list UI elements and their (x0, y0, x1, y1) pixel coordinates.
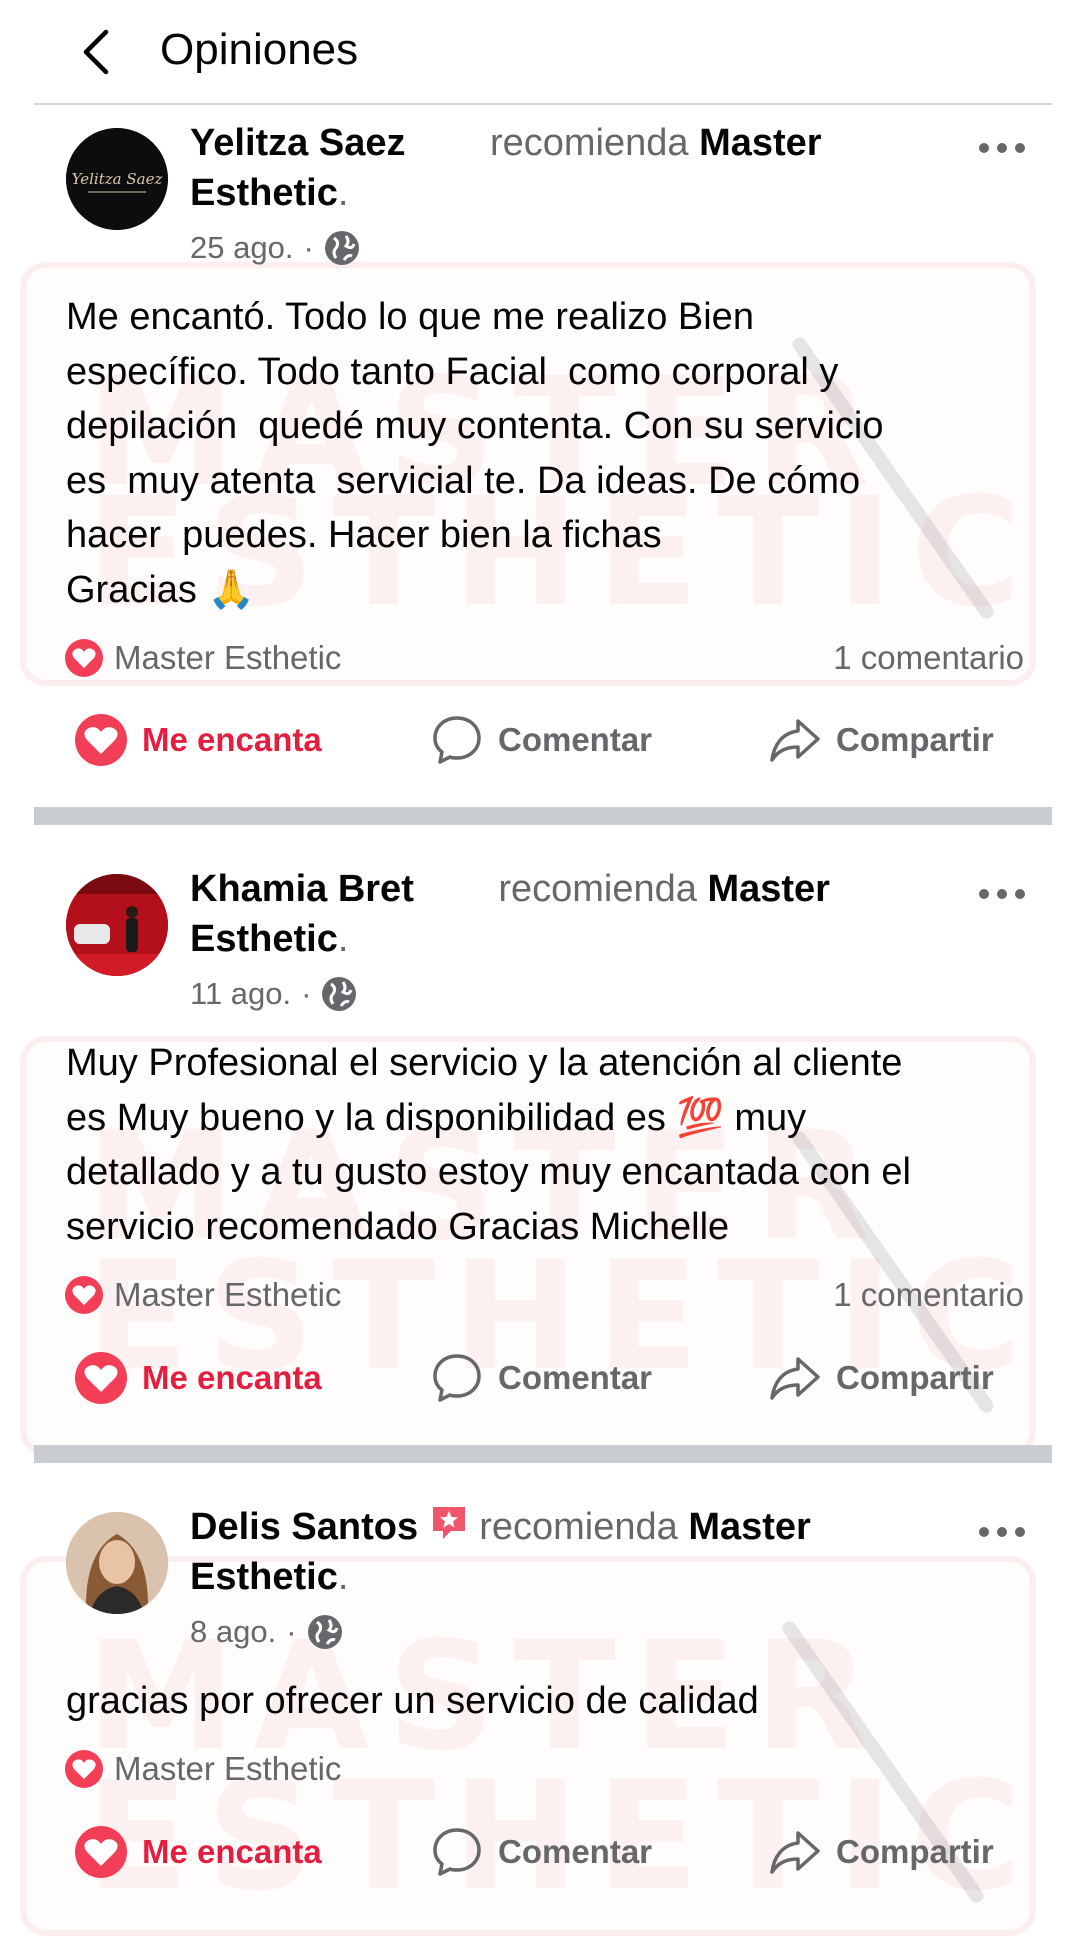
avatar[interactable] (66, 1512, 168, 1614)
heart-icon (75, 1352, 127, 1404)
recommends-text: recomienda (498, 868, 697, 910)
page-name[interactable]: Esthetic (190, 918, 338, 960)
post-header: Yelitza Saez recomienda Master (190, 118, 822, 168)
heart-icon (75, 714, 127, 766)
chevron-left-icon[interactable] (78, 28, 118, 76)
comment-button[interactable]: Comentar (430, 710, 652, 770)
more-dots-icon[interactable] (976, 886, 1028, 902)
love-button[interactable]: Me encanta (74, 710, 322, 770)
comment-button[interactable]: Comentar (430, 1822, 652, 1882)
meta-separator: · (286, 1614, 297, 1649)
share-label: Compartir (836, 1359, 994, 1396)
comment-count[interactable]: 1 comentario (833, 1276, 1024, 1314)
globe-icon (322, 977, 357, 1011)
post-actions: Me encanta Comentar Compartir (0, 1822, 1080, 1882)
heart-icon (65, 1750, 103, 1788)
post-date[interactable]: 8 ago. (190, 1612, 276, 1652)
recommends-text: recomienda (479, 1506, 678, 1548)
page-name[interactable]: Esthetic (190, 172, 338, 214)
post-meta: 8 ago. · (190, 1612, 343, 1652)
author-name[interactable]: Yelitza Saez (190, 122, 405, 164)
post-meta: 25 ago. · (190, 228, 360, 268)
post-stats: Master Esthetic 1 comentario (64, 1273, 1024, 1317)
globe-icon (324, 231, 359, 265)
love-button[interactable]: Me encanta (74, 1348, 322, 1408)
heart-icon (65, 1276, 103, 1314)
love-label: Me encanta (142, 1359, 322, 1396)
share-button[interactable]: Compartir (768, 710, 994, 770)
more-dots-icon[interactable] (976, 140, 1028, 156)
post-stats: Master Esthetic (64, 1747, 1024, 1791)
post-body: Muy Profesional el servicio y la atenció… (66, 1042, 911, 1248)
comment-label: Comentar (498, 721, 653, 758)
share-arrow-icon (770, 719, 820, 762)
post-date[interactable]: 25 ago. (190, 228, 293, 268)
more-dots-icon[interactable] (976, 1524, 1028, 1540)
post-stats: Master Esthetic 1 comentario (64, 636, 1024, 680)
share-arrow-icon (770, 1831, 820, 1874)
author-name[interactable]: Delis Santos (190, 1506, 418, 1548)
star-badge-icon (432, 1507, 465, 1539)
love-label: Me encanta (142, 1833, 322, 1870)
post-body: gracias por ofrecer un servicio de calid… (66, 1680, 759, 1722)
svg-text:Yelitza Saez: Yelitza Saez (72, 170, 163, 188)
globe-icon (307, 1615, 342, 1649)
page-title: Opiniones (160, 25, 359, 74)
top-divider (34, 103, 1052, 105)
avatar-photo-icon (66, 1512, 168, 1614)
comment-button[interactable]: Comentar (430, 1348, 652, 1408)
post-body: Me encantó. Todo lo que me realizo Bien … (66, 296, 884, 611)
post-separator (34, 807, 1052, 825)
page-name[interactable]: Esthetic (190, 1556, 338, 1598)
heart-icon (75, 1826, 127, 1878)
share-label: Compartir (836, 1833, 994, 1870)
comment-label: Comentar (498, 1359, 653, 1396)
comment-label: Comentar (498, 1833, 653, 1870)
comment-bubble-icon (433, 1354, 481, 1402)
share-label: Compartir (836, 721, 994, 758)
love-label: Me encanta (142, 721, 322, 758)
post-header: Delis Santos recomienda Master (190, 1502, 811, 1552)
page-name[interactable]: Master (699, 122, 822, 164)
meta-separator: · (301, 976, 312, 1011)
heart-icon (65, 639, 103, 677)
page-name[interactable]: Master (688, 1506, 811, 1548)
reaction-name[interactable]: Master Esthetic (114, 1750, 341, 1788)
share-arrow-icon (770, 1357, 820, 1400)
recommends-text: recomienda (489, 122, 689, 164)
avatar[interactable] (66, 874, 168, 976)
comment-count[interactable]: 1 comentario (833, 639, 1024, 677)
post-header-line2: Esthetic. (190, 918, 349, 960)
meta-separator: · (303, 230, 314, 265)
avatar-logo-icon: Yelitza Saez (66, 128, 168, 230)
avatar-photo-icon (66, 874, 168, 976)
comment-bubble-icon (433, 1828, 481, 1876)
post-separator (34, 1445, 1052, 1463)
reaction-name[interactable]: Master Esthetic (114, 639, 341, 677)
post-actions: Me encanta Comentar Compartir (0, 710, 1080, 770)
post-meta: 11 ago. · (190, 974, 357, 1014)
love-button[interactable]: Me encanta (74, 1822, 322, 1882)
post-header-line2: Esthetic. (190, 172, 349, 214)
post-actions: Me encanta Comentar Compartir (0, 1348, 1080, 1408)
share-button[interactable]: Compartir (768, 1822, 994, 1882)
share-button[interactable]: Compartir (768, 1348, 994, 1408)
top-bar: Opiniones (0, 0, 1080, 104)
page-name[interactable]: Master (707, 868, 830, 910)
avatar[interactable]: Yelitza Saez (66, 128, 168, 230)
post-header-line2: Esthetic. (190, 1556, 349, 1598)
reaction-name[interactable]: Master Esthetic (114, 1276, 341, 1314)
post-header: Khamia Bret recomienda Master (190, 864, 830, 914)
comment-bubble-icon (433, 716, 481, 764)
post-date[interactable]: 11 ago. (190, 974, 291, 1014)
author-name[interactable]: Khamia Bret (190, 868, 414, 910)
